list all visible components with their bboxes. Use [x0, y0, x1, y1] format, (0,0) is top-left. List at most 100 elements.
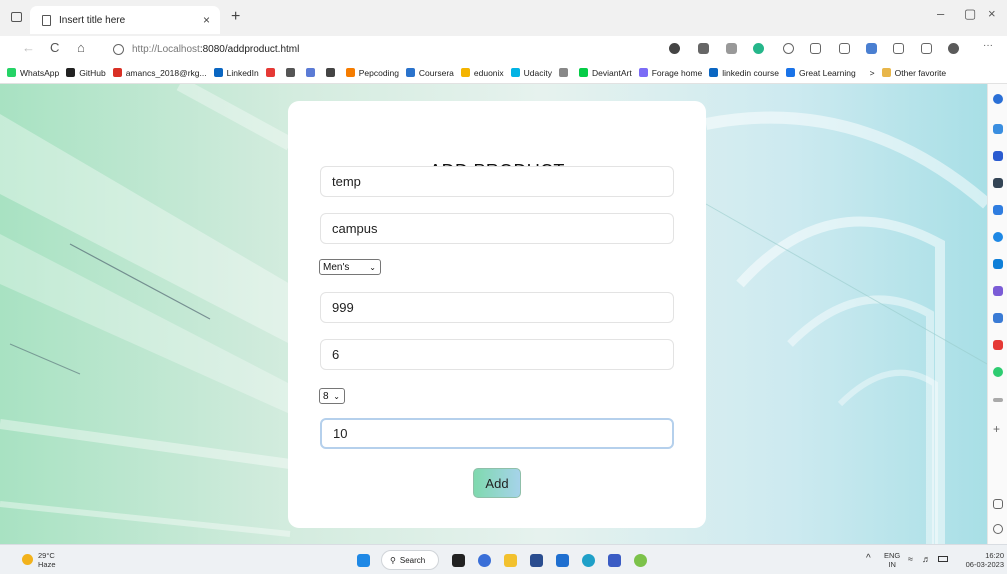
price-input[interactable] [320, 292, 674, 323]
search-icon[interactable] [993, 94, 1003, 104]
bookmark-icon [66, 68, 76, 77]
bookmark-icon [510, 68, 520, 77]
bookmark-label: Pepcoding [358, 67, 399, 78]
battery-icon[interactable] [938, 556, 948, 562]
profile-avatar[interactable] [948, 43, 959, 54]
home-button[interactable]: ⌂ [77, 40, 85, 55]
tools-icon[interactable] [993, 178, 1003, 188]
clock[interactable]: 16:20 06-03-2023 [958, 551, 1004, 569]
bookmark-label: LinkedIn [226, 67, 259, 78]
wifi-icon[interactable]: ≈ [908, 555, 913, 564]
outlook-icon[interactable] [993, 259, 1003, 269]
bookmark-label: eduonix [473, 67, 504, 78]
bookmark-item[interactable]: eduonix [460, 67, 504, 78]
bookmark-item[interactable]: Great Learning [785, 67, 856, 78]
add-icon[interactable]: + [993, 423, 1003, 435]
size-select[interactable]: 8 ⌄ [319, 388, 345, 404]
favorite-star-icon[interactable] [810, 43, 821, 54]
bookmark-item[interactable] [325, 68, 339, 77]
clock-date: 06-03-2023 [965, 560, 1004, 569]
bookmark-item[interactable]: Forage home [638, 68, 702, 78]
tray-chevron-icon[interactable]: ^ [866, 554, 871, 564]
edge-browser-icon[interactable] [582, 554, 595, 567]
bookmarks-bar: WhatsApp GitHub amancs_2018@rkg... LinkedIn… [0, 62, 1007, 84]
extension-icon[interactable] [669, 43, 680, 54]
bing-chat-icon[interactable] [993, 124, 1003, 134]
send-icon[interactable] [993, 313, 1003, 323]
chrome-icon[interactable] [634, 554, 647, 567]
app-icon[interactable] [608, 554, 621, 567]
other-favorites-folder[interactable]: Other favorite [881, 68, 946, 78]
close-tab-icon[interactable]: × [203, 13, 210, 27]
back-button[interactable]: ← [22, 40, 35, 55]
extension-icon[interactable] [993, 367, 1003, 377]
extension-icon[interactable] [726, 43, 737, 54]
volume-icon[interactable]: ♬ [922, 555, 931, 564]
bookmark-icon [305, 68, 315, 77]
product-name-input[interactable] [320, 166, 674, 197]
sidebar-toggle-icon[interactable] [993, 499, 1003, 509]
bookmark-item[interactable]: linkedin course [709, 68, 779, 78]
bookmarks-overflow-button[interactable]: > [870, 68, 875, 78]
brand-input[interactable] [320, 213, 674, 244]
folder-icon [881, 68, 891, 77]
shopping-icon[interactable] [993, 151, 1003, 161]
office-icon[interactable] [993, 232, 1003, 242]
bookmark-item[interactable]: Pepcoding [345, 67, 399, 78]
bookmark-item[interactable] [559, 68, 572, 77]
browser-essentials-icon[interactable] [921, 43, 932, 54]
favorites-icon[interactable] [839, 43, 850, 54]
maximize-button[interactable]: ▢ [964, 6, 976, 22]
extension-icon[interactable] [753, 43, 764, 54]
bookmark-item[interactable]: GitHub [66, 68, 106, 78]
downloads-icon[interactable] [866, 43, 877, 54]
discount-input[interactable] [320, 418, 674, 449]
tab-bar: Insert title here × + – ▢ × [0, 0, 1007, 36]
mail-icon[interactable] [556, 554, 569, 567]
new-tab-button[interactable]: + [231, 8, 240, 26]
store-icon[interactable] [530, 554, 543, 567]
extension-icon[interactable] [993, 340, 1003, 350]
quantity-input[interactable] [320, 339, 674, 370]
add-button[interactable]: Add [473, 468, 521, 498]
task-view-icon[interactable] [452, 554, 465, 567]
bookmark-item[interactable]: Coursera [405, 68, 454, 78]
bookmark-label: WhatsApp [20, 67, 60, 78]
collections-icon[interactable] [893, 43, 904, 54]
browser-tab[interactable]: Insert title here × [30, 6, 220, 34]
extension-icon[interactable] [698, 43, 709, 54]
file-explorer-icon[interactable] [504, 554, 517, 567]
settings-gear-icon[interactable] [993, 524, 1003, 534]
bookmark-item[interactable] [305, 68, 319, 77]
url-path: :8080/addproduct.html [199, 43, 300, 55]
url-field[interactable]: http://Localhost:8080/addproduct.html [105, 38, 645, 60]
bookmark-item[interactable]: Udacity [510, 68, 552, 78]
chat-icon[interactable] [478, 554, 491, 567]
divider-icon [993, 398, 1003, 402]
tab-actions-icon[interactable] [11, 12, 22, 22]
bookmark-icon [112, 68, 122, 77]
refresh-page-icon[interactable] [783, 43, 794, 54]
language-indicator[interactable]: ENG IN [884, 551, 900, 569]
bookmark-item[interactable] [265, 68, 279, 77]
close-window-button[interactable]: × [988, 6, 996, 21]
url-host: http://Localhost [132, 43, 200, 55]
taskbar-search[interactable]: ⚲ Search [381, 550, 439, 570]
minimize-button[interactable]: – [937, 6, 944, 21]
bookmark-item[interactable]: WhatsApp [7, 68, 59, 78]
windows-start-icon[interactable] [357, 554, 370, 567]
bookmark-label: Great Learning [798, 67, 856, 78]
weather-icon[interactable] [22, 554, 33, 565]
bookmark-item[interactable]: DeviantArt [579, 68, 632, 78]
refresh-button[interactable]: C [50, 40, 59, 55]
category-select[interactable]: Men's ⌄ [319, 259, 381, 275]
bookmark-item[interactable]: amancs_2018@rkg... [112, 68, 207, 78]
more-menu-button[interactable]: ··· [983, 40, 993, 51]
bookmark-item[interactable] [285, 68, 299, 77]
games-icon[interactable] [993, 205, 1003, 215]
size-selected-value: 8 [323, 390, 329, 402]
weather-widget[interactable]: 29°C Haze [38, 551, 56, 569]
bookmark-icon [460, 68, 470, 77]
extension-icon[interactable] [993, 286, 1003, 296]
bookmark-item[interactable]: LinkedIn [213, 67, 259, 78]
